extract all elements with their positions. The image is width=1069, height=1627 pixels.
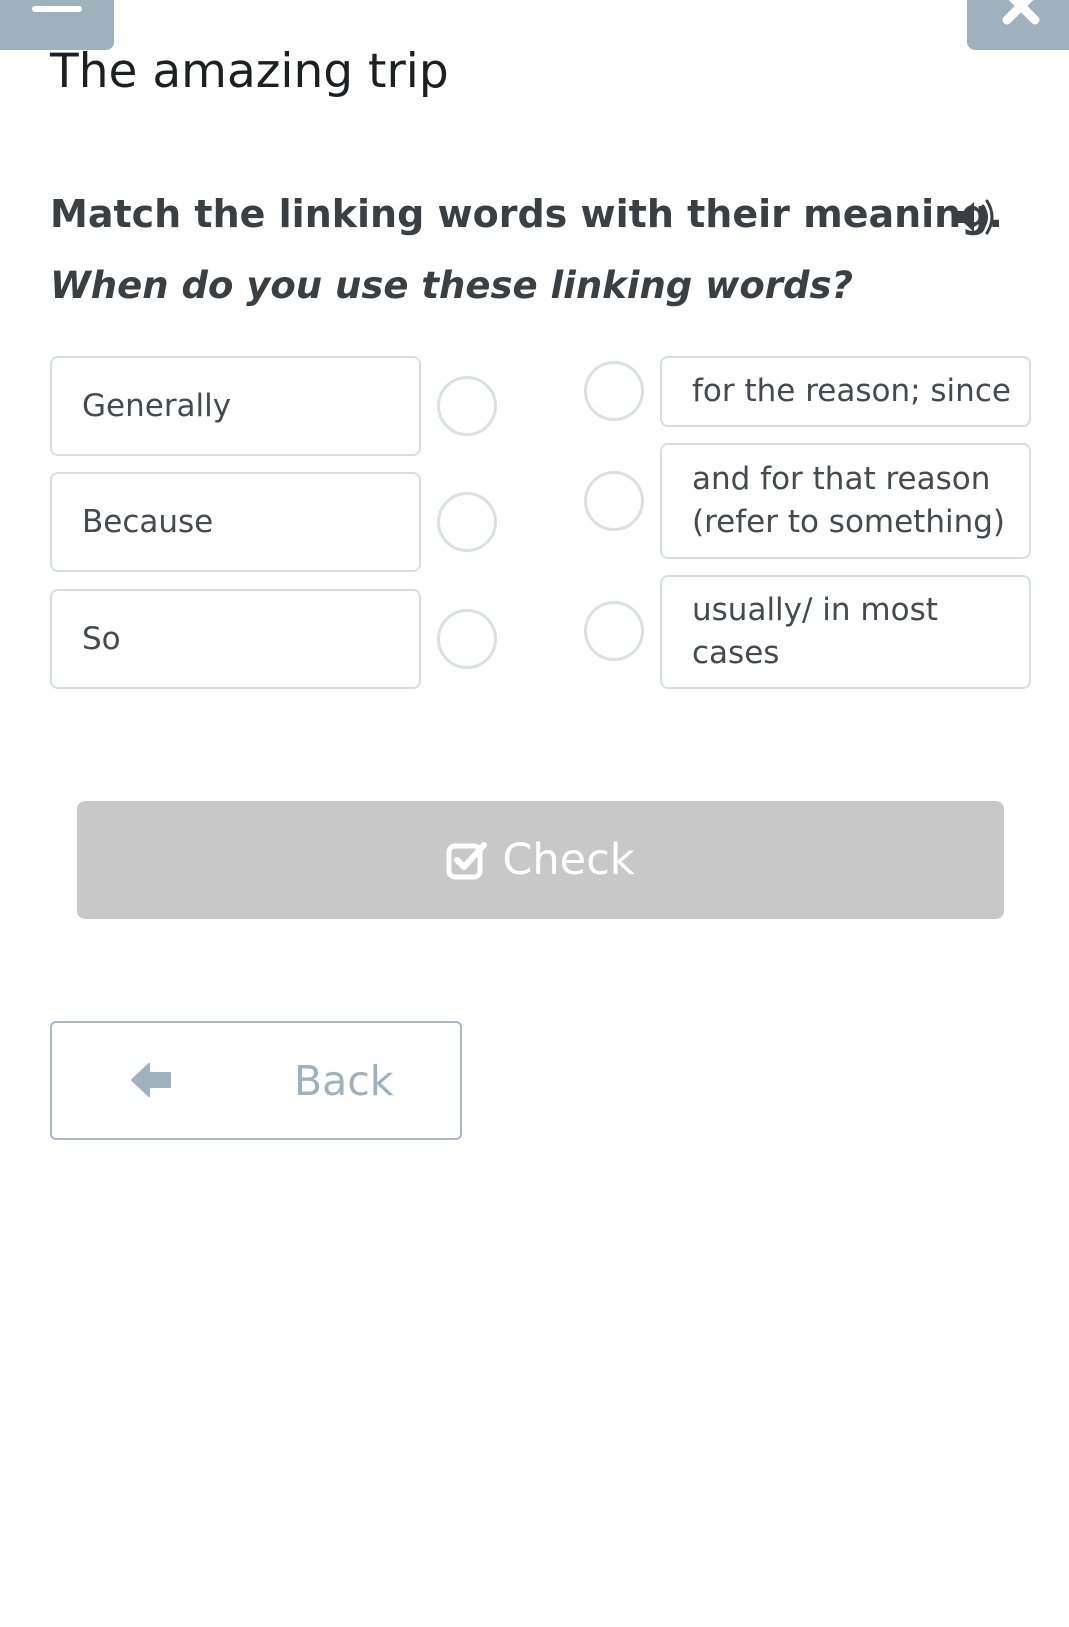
right-connector-radio[interactable] <box>584 471 644 531</box>
check-button[interactable]: Check <box>77 801 1004 919</box>
left-item-label: Because <box>82 503 214 540</box>
left-connector-radio[interactable] <box>437 376 497 436</box>
back-button[interactable]: Back <box>50 1021 462 1140</box>
page-title: The amazing trip <box>50 44 449 99</box>
right-item-label: usually/ in most cases <box>692 592 938 671</box>
left-item-generally[interactable]: Generally <box>50 356 421 456</box>
right-item-for-that-reason[interactable]: and for that reason (refer to something) <box>660 443 1031 559</box>
left-connector-radio[interactable] <box>437 609 497 669</box>
left-item-label: Generally <box>82 387 232 424</box>
arrow-left-icon <box>131 1063 171 1097</box>
right-connector-radio[interactable] <box>584 601 644 661</box>
back-button-label: Back <box>294 1057 394 1105</box>
left-item-because[interactable]: Because <box>50 472 421 572</box>
right-item-usually[interactable]: usually/ in most cases <box>660 575 1031 689</box>
right-item-reason-since[interactable]: for the reason; since <box>660 356 1031 427</box>
hamburger-icon <box>32 6 82 12</box>
speaker-icon <box>956 199 994 235</box>
right-item-label: for the reason; since <box>692 373 1011 409</box>
instruction-text: Match the linking words with their meani… <box>50 192 1003 236</box>
close-icon <box>1002 0 1040 25</box>
right-item-label: and for that reason (refer to something) <box>692 461 1006 540</box>
play-audio-button[interactable] <box>954 198 996 236</box>
left-item-so[interactable]: So <box>50 589 421 689</box>
check-button-label: Check <box>502 835 635 885</box>
checkbox-checked-icon <box>446 842 488 880</box>
question-text: When do you use these linking words? <box>50 264 853 307</box>
left-connector-radio[interactable] <box>437 492 497 552</box>
right-connector-radio[interactable] <box>584 361 644 421</box>
left-item-label: So <box>82 620 121 657</box>
close-button[interactable] <box>967 0 1069 50</box>
menu-button[interactable] <box>0 0 114 50</box>
